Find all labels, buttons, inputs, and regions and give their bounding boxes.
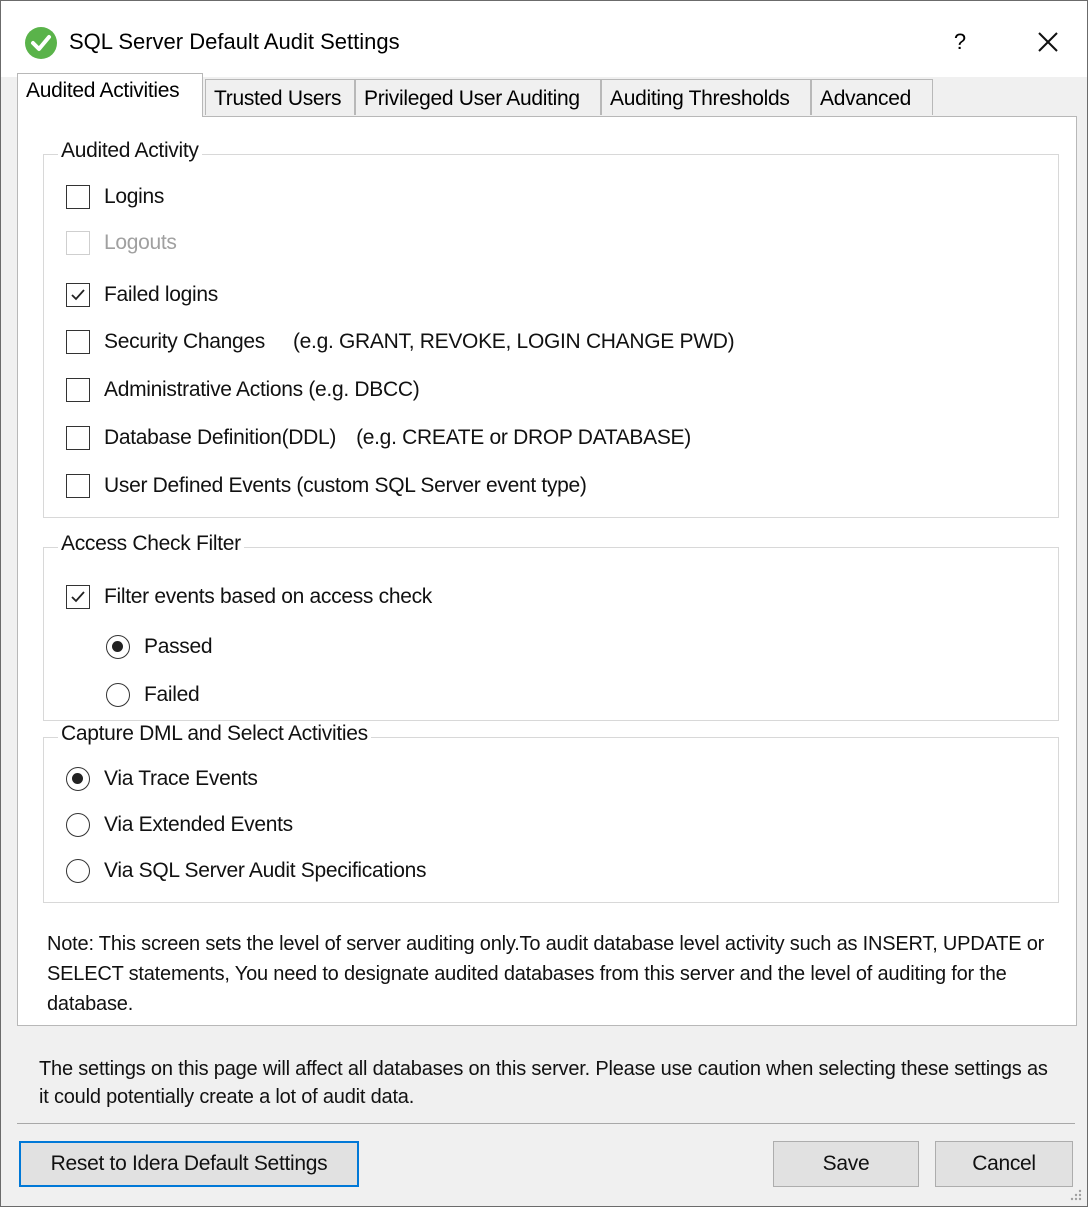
checkbox-box[interactable] [66, 378, 90, 402]
close-button[interactable] [1023, 21, 1073, 63]
checkmark-icon [71, 289, 85, 301]
via-extended-events-radio[interactable]: Via Extended Events [66, 810, 293, 840]
checkbox-box[interactable] [66, 585, 90, 609]
cancel-button[interactable]: Cancel [935, 1141, 1073, 1187]
radio-label: Failed [144, 683, 200, 706]
checkbox-box[interactable] [66, 474, 90, 498]
ddl-checkbox[interactable]: Database Definition(DDL) (e.g. CREATE or… [66, 423, 691, 453]
capture-dml-group: Capture DML and Select Activities Via Tr… [43, 722, 1059, 903]
failed-logins-checkbox[interactable]: Failed logins [66, 280, 218, 310]
window-title: SQL Server Default Audit Settings [69, 29, 400, 54]
checkbox-label: Filter events based on access check [104, 585, 433, 608]
radio-button[interactable] [106, 635, 130, 659]
radio-button[interactable] [66, 859, 90, 883]
access-check-filter-title: Access Check Filter [58, 532, 244, 556]
radio-button[interactable] [106, 683, 130, 707]
tab-privileged-user-auditing[interactable]: Privileged User Auditing [355, 79, 601, 115]
user-defined-events-checkbox[interactable]: User Defined Events (custom SQL Server e… [66, 471, 587, 501]
passed-radio[interactable]: Passed [106, 632, 213, 662]
checkbox-box[interactable] [66, 426, 90, 450]
radio-selected-dot [72, 773, 83, 784]
radio-label: Via Extended Events [104, 813, 293, 836]
tab-audited-activities[interactable]: Audited Activities [17, 73, 203, 117]
audited-activity-group: Audited Activity Logins Logouts Failed l… [43, 139, 1059, 518]
tab-strip: Audited Activities Trusted Users Privile… [17, 73, 1077, 117]
checkbox-label: Security Changes [104, 330, 265, 353]
access-check-filter-group: Access Check Filter Filter events based … [43, 532, 1059, 721]
radio-label: Via Trace Events [104, 767, 258, 790]
logins-checkbox[interactable]: Logins [66, 182, 164, 212]
checkbox-label: Administrative Actions (e.g. DBCC) [104, 378, 420, 401]
administrative-actions-checkbox[interactable]: Administrative Actions (e.g. DBCC) [66, 375, 420, 405]
failed-radio[interactable]: Failed [106, 680, 200, 710]
example-text: (e.g. GRANT, REVOKE, LOGIN CHANGE PWD) [292, 330, 735, 353]
checkbox-box[interactable] [66, 330, 90, 354]
radio-button[interactable] [66, 813, 90, 837]
reset-defaults-button[interactable]: Reset to Idera Default Settings [19, 1141, 359, 1187]
checkbox-label: Failed logins [104, 283, 218, 306]
radio-label: Passed [144, 635, 213, 658]
checkbox-label: User Defined Events (custom SQL Server e… [104, 474, 587, 497]
via-trace-events-radio[interactable]: Via Trace Events [66, 764, 258, 794]
checkbox-label: Database Definition(DDL) [104, 426, 337, 449]
help-button[interactable]: ? [939, 21, 981, 63]
radio-selected-dot [112, 641, 123, 652]
resize-grip-icon[interactable] [1069, 1188, 1083, 1202]
logouts-checkbox: Logouts [66, 228, 177, 258]
checkbox-box[interactable] [66, 283, 90, 307]
save-button[interactable]: Save [773, 1141, 919, 1187]
close-icon [1038, 32, 1058, 52]
via-audit-specifications-radio[interactable]: Via SQL Server Audit Specifications [66, 856, 426, 886]
tab-auditing-thresholds[interactable]: Auditing Thresholds [601, 79, 811, 115]
title-bar: SQL Server Default Audit Settings ? [1, 1, 1087, 77]
checkmark-icon [71, 591, 85, 603]
tab-trusted-users[interactable]: Trusted Users [205, 79, 355, 115]
note-text: Note: This screen sets the level of serv… [47, 933, 1045, 1015]
tab-advanced[interactable]: Advanced [811, 79, 933, 115]
dialog-window: SQL Server Default Audit Settings ? Audi… [0, 0, 1088, 1207]
footer-separator [17, 1123, 1075, 1124]
capture-dml-title: Capture DML and Select Activities [58, 722, 371, 746]
example-text: (e.g. CREATE or DROP DATABASE) [356, 426, 691, 449]
checkbox-box [66, 231, 90, 255]
security-changes-checkbox[interactable]: Security Changes (e.g. GRANT, REVOKE, LO… [66, 327, 735, 357]
warning-text: The settings on this page will affect al… [39, 1058, 1048, 1108]
checkbox-label: Logins [104, 185, 165, 208]
radio-label: Via SQL Server Audit Specifications [104, 859, 427, 882]
radio-button[interactable] [66, 767, 90, 791]
app-check-icon [25, 27, 57, 59]
filter-access-check-checkbox[interactable]: Filter events based on access check [66, 582, 432, 612]
audited-activity-title: Audited Activity [58, 139, 202, 163]
checkbox-label: Logouts [104, 231, 177, 254]
checkbox-box[interactable] [66, 185, 90, 209]
